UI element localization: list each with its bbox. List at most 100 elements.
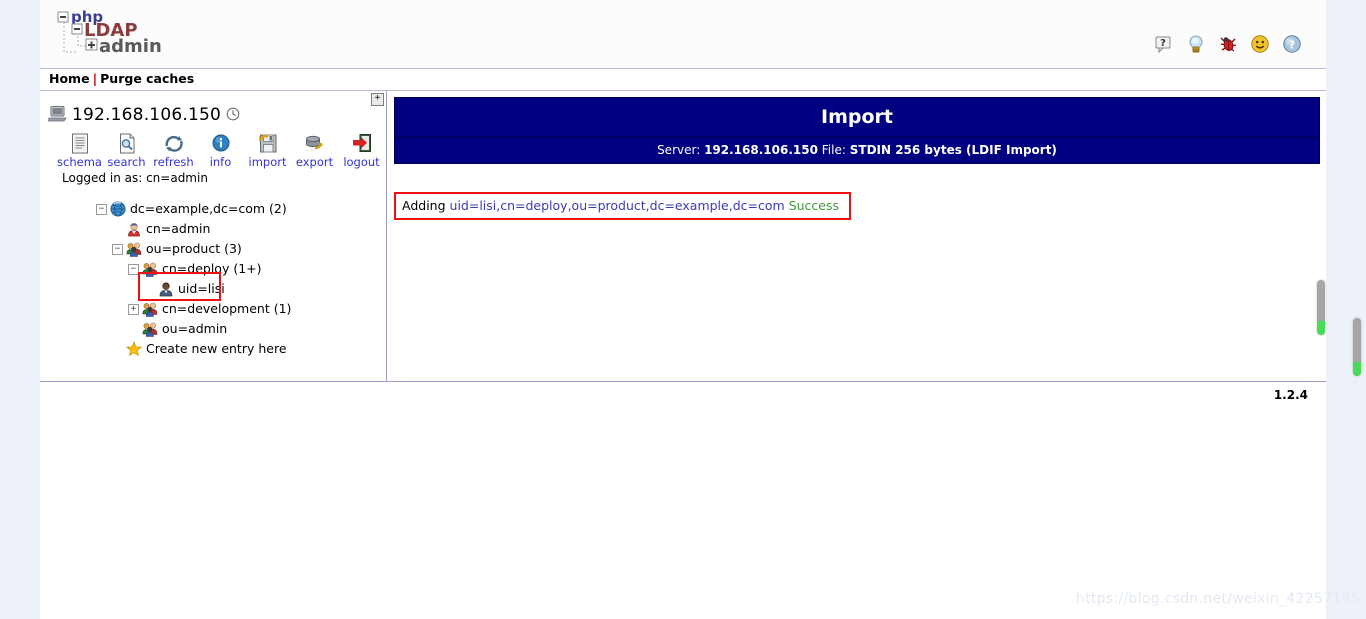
tree-node-label[interactable]: ou=admin xyxy=(162,319,227,339)
page-gutter-right xyxy=(1326,0,1366,619)
page-gutter-left xyxy=(0,0,40,619)
breadcrumb-navbar: Home|Purge caches xyxy=(40,69,1326,91)
tree-toggle-minus-icon[interactable]: − xyxy=(96,204,107,215)
nav-home-link[interactable]: Home xyxy=(49,71,90,86)
page-content: php LDAP admin ? xyxy=(40,0,1326,619)
inner-scrollbar-thumb[interactable] xyxy=(1317,280,1325,335)
main-columns: + 192.168.106.150 xyxy=(40,91,1326,381)
tree-node-cn-deploy[interactable]: − cn=deploy (1+) xyxy=(128,259,386,279)
page-subtitle: Server: 192.168.106.150 File: STDIN 256 … xyxy=(395,138,1319,163)
import-title-block: Import Server: 192.168.106.150 File: STD… xyxy=(394,97,1320,164)
clock-icon xyxy=(226,107,240,124)
footer: 1.2.4 xyxy=(40,381,1326,408)
user-icon xyxy=(158,281,174,297)
lightbulb-icon[interactable] xyxy=(1186,34,1206,54)
bug-icon[interactable] xyxy=(1218,34,1238,54)
svg-text:?: ? xyxy=(1160,38,1166,49)
server-name-label: 192.168.106.150 xyxy=(72,105,221,125)
help-balloon-icon[interactable]: ? xyxy=(1154,34,1174,54)
tree-node-create-new-entry[interactable]: Create new entry here xyxy=(112,339,386,359)
tree-node-label[interactable]: cn=development (1) xyxy=(162,299,291,319)
tree-node-label[interactable]: cn=admin xyxy=(146,219,210,239)
tree-node-label[interactable]: cn=deploy (1+) xyxy=(162,259,262,279)
export-icon xyxy=(291,132,338,154)
phpldapadmin-logo: php LDAP admin xyxy=(54,6,174,62)
tool-info-label: info xyxy=(197,155,244,169)
search-icon xyxy=(103,132,150,154)
tree-leaf-spacer xyxy=(112,344,123,355)
result-status: Success xyxy=(789,198,839,213)
tool-export[interactable]: export xyxy=(291,132,338,169)
group-icon xyxy=(142,301,158,317)
page-scrollbar-thumb[interactable] xyxy=(1353,318,1361,376)
masthead: php LDAP admin ? xyxy=(40,0,1326,69)
tree-leaf-spacer xyxy=(144,284,155,295)
tree-toggle-minus-icon[interactable]: − xyxy=(128,264,139,275)
main-panel: Import Server: 192.168.106.150 File: STD… xyxy=(388,91,1326,381)
header-icon-group: ? xyxy=(1154,34,1302,54)
tree-node-cn-development[interactable]: + cn=development (1) xyxy=(128,299,386,319)
watermark-text: https://blog.csdn.net/weixin_42257195 xyxy=(1076,591,1360,607)
subtitle-server-value: 192.168.106.150 xyxy=(704,143,818,157)
nav-separator: | xyxy=(90,71,101,86)
refresh-icon xyxy=(150,132,197,154)
svg-text:admin: admin xyxy=(99,36,162,57)
tool-logout-label: logout xyxy=(338,155,385,169)
group-icon xyxy=(142,321,158,337)
import-icon xyxy=(244,132,291,154)
result-adding-label: Adding xyxy=(402,198,446,213)
tool-logout[interactable]: logout xyxy=(338,132,385,169)
tree-node-label[interactable]: uid=lisi xyxy=(178,279,225,299)
group-icon xyxy=(142,261,158,277)
nav-purge-caches-link[interactable]: Purge caches xyxy=(100,71,194,86)
result-dn: uid=lisi,cn=deploy,ou=product,dc=example… xyxy=(450,198,785,213)
tree-leaf-spacer xyxy=(112,224,123,235)
tool-export-label: export xyxy=(291,155,338,169)
svg-text:?: ? xyxy=(1289,39,1295,52)
tree-leaf-spacer xyxy=(128,324,139,335)
sidebar-toolbar: schema search xyxy=(40,125,386,169)
admin-person-icon xyxy=(126,221,142,237)
star-icon xyxy=(126,341,142,357)
sidebar: + 192.168.106.150 xyxy=(40,91,387,381)
version-label: 1.2.4 xyxy=(1274,388,1308,402)
tree-node-cn-admin[interactable]: cn=admin xyxy=(112,219,386,239)
tree-node-uid-lisi[interactable]: uid=lisi xyxy=(144,279,386,299)
tool-schema[interactable]: schema xyxy=(56,132,103,169)
scrollbar-thumb-tip xyxy=(1353,362,1361,376)
tool-import-label: import xyxy=(244,155,291,169)
tool-info[interactable]: info xyxy=(197,132,244,169)
sidebar-expand-button[interactable]: + xyxy=(371,93,384,106)
subtitle-file-label: File: xyxy=(822,143,846,157)
tool-search-label: search xyxy=(103,155,150,169)
info-icon xyxy=(197,132,244,154)
logout-icon xyxy=(338,132,385,154)
smiley-icon[interactable] xyxy=(1250,34,1270,54)
tool-schema-label: schema xyxy=(56,155,103,169)
globe-icon xyxy=(110,201,126,217)
question-ball-icon[interactable]: ? xyxy=(1282,34,1302,54)
tree-toggle-minus-icon[interactable]: − xyxy=(112,244,123,255)
import-result-message: Adding uid=lisi,cn=deploy,ou=product,dc=… xyxy=(394,192,851,220)
server-computer-icon xyxy=(48,105,67,125)
tree-node-label[interactable]: Create new entry here xyxy=(146,339,287,359)
server-header: 192.168.106.150 xyxy=(40,91,386,125)
page-title: Import xyxy=(395,98,1319,138)
tree-node-ou-product[interactable]: − ou=product (3) xyxy=(112,239,386,259)
tool-refresh-label: refresh xyxy=(150,155,197,169)
tool-search[interactable]: search xyxy=(103,132,150,169)
scrollbar-thumb-tip xyxy=(1317,321,1325,335)
import-result-area: Adding uid=lisi,cn=deploy,ou=product,dc=… xyxy=(394,192,1326,220)
subtitle-file-value: STDIN 256 bytes (LDIF Import) xyxy=(850,143,1057,157)
tree-node-label[interactable]: dc=example,dc=com (2) xyxy=(130,199,287,219)
tool-import[interactable]: import xyxy=(244,132,291,169)
tree-node-dc-example[interactable]: − dc=example,dc=com (2) xyxy=(96,199,386,219)
tool-refresh[interactable]: refresh xyxy=(150,132,197,169)
subtitle-server-label: Server: xyxy=(657,143,700,157)
group-icon xyxy=(126,241,142,257)
ldap-tree: − dc=example,dc=com (2) xyxy=(40,185,386,359)
tree-node-ou-admin[interactable]: ou=admin xyxy=(128,319,386,339)
tree-toggle-plus-icon[interactable]: + xyxy=(128,304,139,315)
logged-in-label: Logged in as: cn=admin xyxy=(40,169,386,185)
tree-node-label[interactable]: ou=product (3) xyxy=(146,239,242,259)
